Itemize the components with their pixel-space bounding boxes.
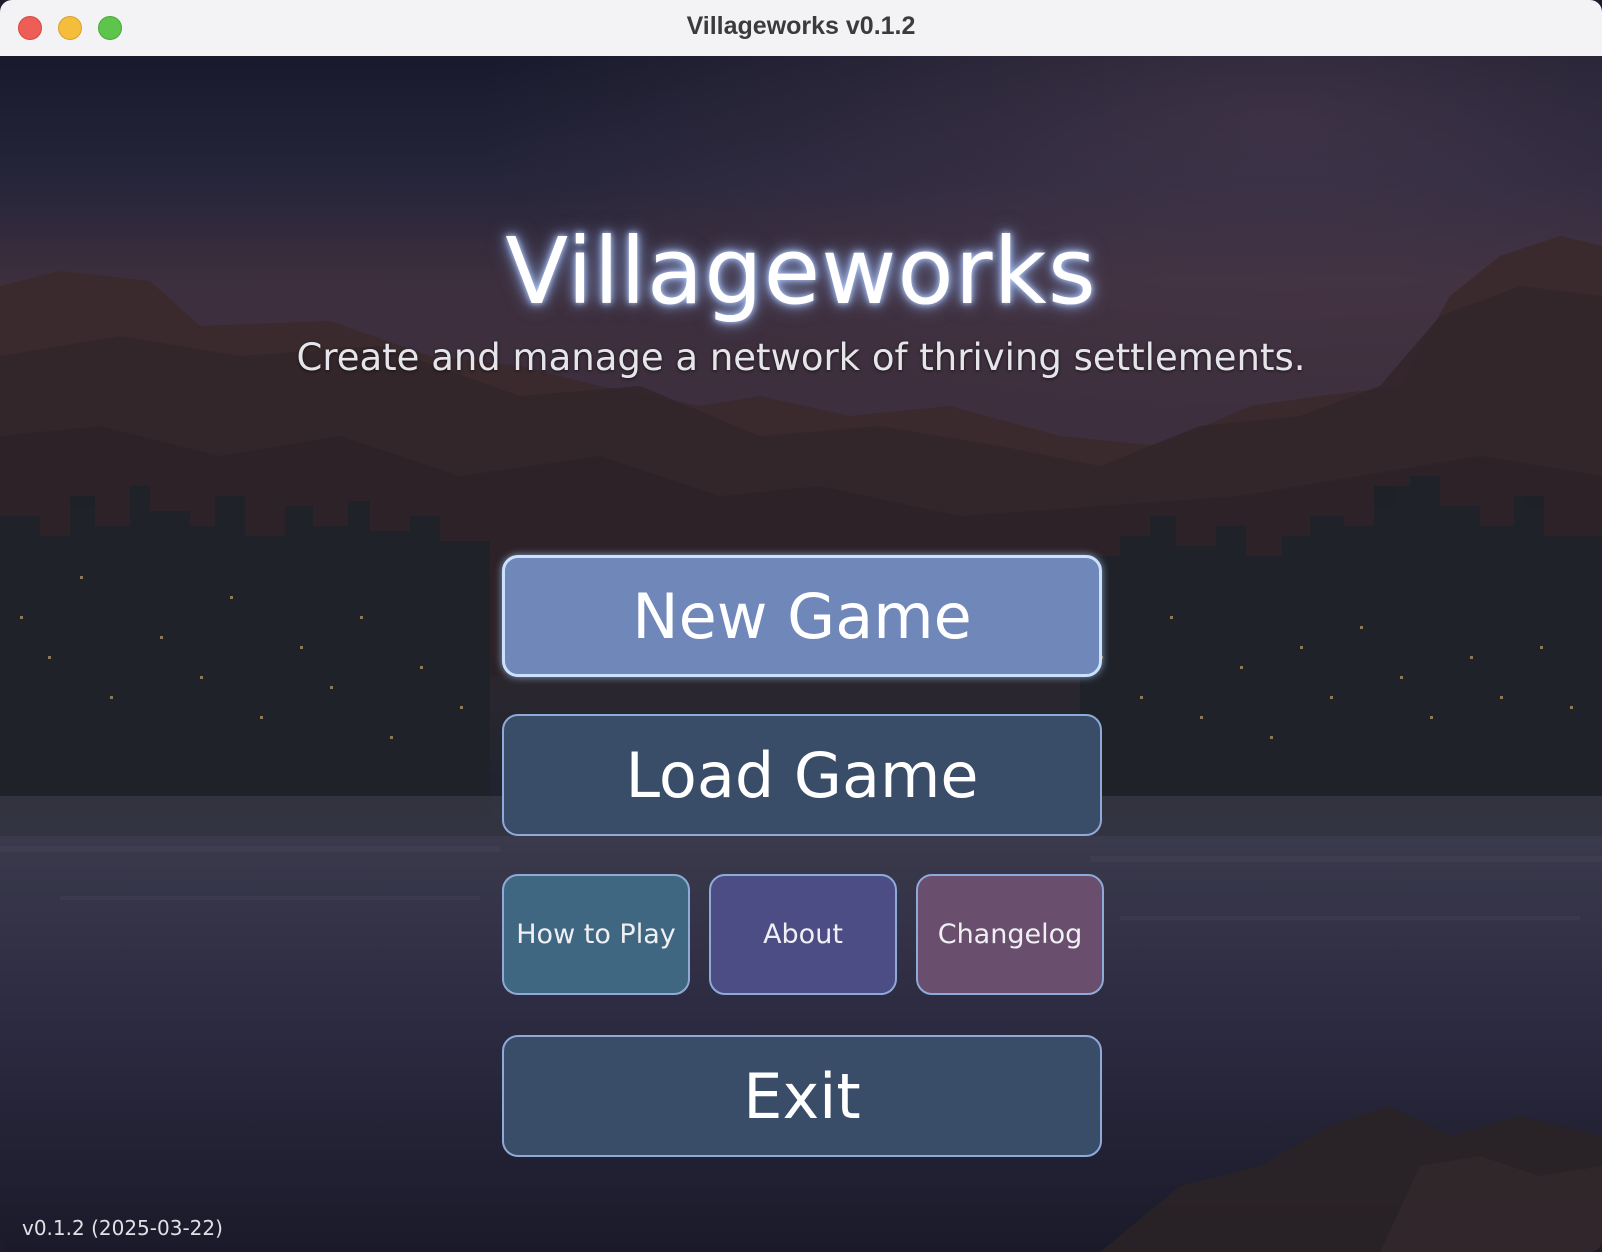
exit-button[interactable]: Exit (502, 1035, 1102, 1157)
how-to-play-button[interactable]: How to Play (502, 874, 690, 995)
game-subtitle: Create and manage a network of thriving … (296, 336, 1306, 379)
changelog-button[interactable]: Changelog (916, 874, 1104, 995)
window-title: Villageworks v0.1.2 (686, 12, 916, 40)
title-bar[interactable]: Villageworks v0.1.2 (0, 0, 1602, 57)
about-button[interactable]: About (709, 874, 897, 995)
game-title: Villageworks (505, 218, 1097, 325)
load-game-button[interactable]: Load Game (502, 714, 1102, 836)
app-window: Villageworks v0.1.2 Villageworks Create … (0, 0, 1602, 1252)
new-game-button[interactable]: New Game (502, 555, 1102, 677)
main-menu-scene: Villageworks Create and manage a network… (0, 56, 1602, 1252)
version-label: v0.1.2 (2025-03-22) (22, 1216, 223, 1240)
